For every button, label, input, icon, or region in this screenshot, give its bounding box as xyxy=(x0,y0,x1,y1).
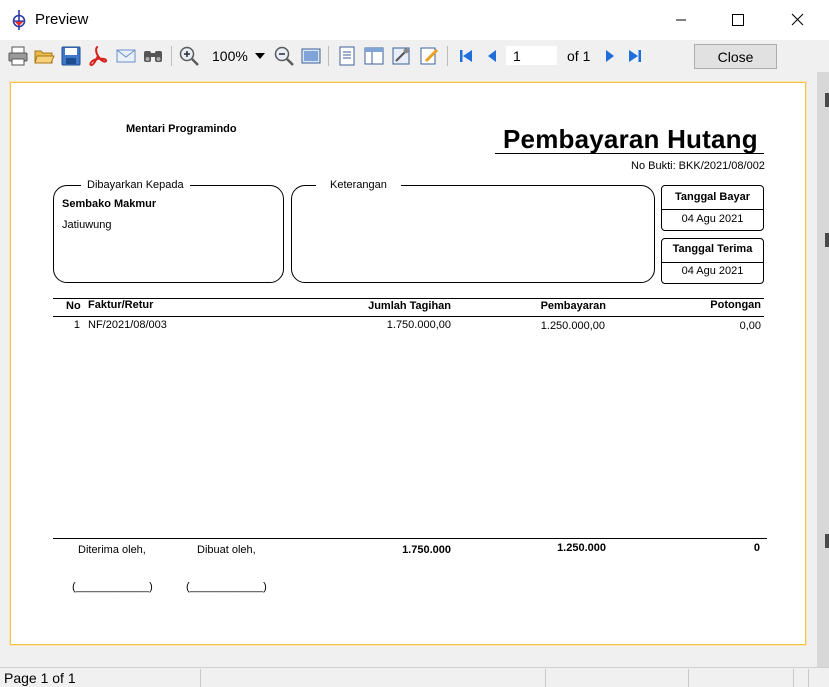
scrollbar-marker xyxy=(825,93,829,107)
notes-box xyxy=(291,185,655,283)
multi-page-icon[interactable] xyxy=(363,45,385,67)
signature-received: (____________) xyxy=(72,581,153,593)
supplier-address: Jatiuwung xyxy=(62,219,112,231)
col-header-no: No xyxy=(66,300,81,312)
title-underline xyxy=(495,153,764,154)
supplier-name: Sembako Makmur xyxy=(62,198,157,210)
col-header-amount-due: Jumlah Tagihan xyxy=(368,300,451,312)
first-page-icon[interactable] xyxy=(455,45,477,67)
receive-date-value: 04 Agu 2021 xyxy=(681,265,744,277)
page-view-icon[interactable] xyxy=(300,45,322,67)
payment-date-value: 04 Agu 2021 xyxy=(681,213,744,225)
col-header-payment: Pembayaran xyxy=(540,300,606,312)
page-count-label: of 1 xyxy=(567,48,591,64)
report-title: Pembayaran Hutang xyxy=(503,124,758,154)
payment-date-label: Tanggal Bayar xyxy=(675,191,750,203)
last-page-icon[interactable] xyxy=(624,45,646,67)
document-number: No Bukti: BKK/2021/08/002 xyxy=(631,160,765,172)
signature-made: (____________) xyxy=(186,581,267,593)
notes-legend: Keterangan xyxy=(316,179,401,191)
find-icon[interactable] xyxy=(142,45,164,67)
made-by-label: Dibuat oleh, xyxy=(197,544,256,556)
total-payment: 1.250.000 xyxy=(557,542,606,554)
pdf-icon[interactable] xyxy=(87,45,109,67)
toolbar-separator xyxy=(328,46,329,66)
scrollbar-marker xyxy=(825,233,829,247)
status-divider xyxy=(688,669,689,687)
maximize-icon xyxy=(732,14,744,26)
page-status: Page 1 of 1 xyxy=(4,670,76,686)
status-bar: Page 1 of 1 xyxy=(0,667,829,687)
email-icon[interactable] xyxy=(115,45,137,67)
vertical-scrollbar[interactable] xyxy=(817,72,829,667)
company-name: Mentari Programindo xyxy=(126,123,237,135)
box-divider xyxy=(662,209,763,210)
received-by-label: Diterima oleh, xyxy=(78,544,146,556)
toolbar-separator xyxy=(447,46,448,66)
single-page-icon[interactable] xyxy=(336,45,358,67)
col-header-invoice: Faktur/Retur xyxy=(88,299,154,311)
paid-to-legend: Dibayarkan Kepada xyxy=(81,179,190,191)
prev-page-icon[interactable] xyxy=(482,45,504,67)
status-divider xyxy=(808,669,809,687)
page-number-input[interactable] xyxy=(505,45,558,66)
status-divider xyxy=(545,669,546,687)
receive-date-label: Tanggal Terima xyxy=(672,243,753,255)
row-discount: 0,00 xyxy=(739,320,761,332)
col-header-discount: Potongan xyxy=(710,299,761,311)
footer-line xyxy=(53,538,767,539)
window-title: Preview xyxy=(35,11,89,28)
minimize-button[interactable] xyxy=(658,0,704,40)
chevron-down-icon[interactable] xyxy=(255,53,265,59)
tools-icon[interactable] xyxy=(390,45,412,67)
status-divider xyxy=(793,669,794,687)
row-no: 1 xyxy=(73,319,80,331)
total-discount: 0 xyxy=(753,542,760,554)
next-page-icon[interactable] xyxy=(598,45,620,67)
zoom-select[interactable]: 100% xyxy=(212,48,248,64)
zoom-in-icon[interactable] xyxy=(178,45,200,67)
minimize-icon xyxy=(676,19,686,21)
zoom-out-icon[interactable] xyxy=(273,45,295,67)
maximize-button[interactable] xyxy=(714,0,760,40)
scrollbar-marker xyxy=(825,534,829,548)
total-amount-due: 1.750.000 xyxy=(402,544,451,556)
status-divider xyxy=(200,669,201,687)
row-payment: 1.250.000,00 xyxy=(540,320,605,332)
title-bar: Preview xyxy=(0,0,829,40)
table-header-line xyxy=(53,316,764,317)
save-icon[interactable] xyxy=(60,45,82,67)
edit-icon[interactable] xyxy=(418,45,440,67)
close-window-button[interactable] xyxy=(774,0,820,40)
box-divider xyxy=(662,262,763,263)
close-icon xyxy=(791,13,804,26)
row-invoice: NF/2021/08/003 xyxy=(88,319,167,331)
row-amount-due: 1.750.000,00 xyxy=(386,319,451,331)
open-icon[interactable] xyxy=(33,45,55,67)
app-icon xyxy=(12,10,26,30)
print-icon[interactable] xyxy=(7,45,29,67)
close-button[interactable]: Close xyxy=(694,44,777,69)
toolbar-separator xyxy=(171,46,172,66)
